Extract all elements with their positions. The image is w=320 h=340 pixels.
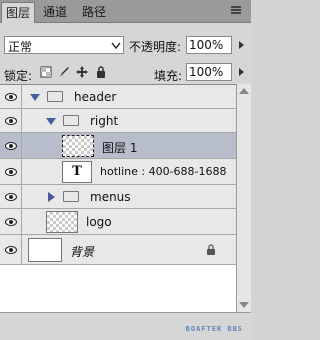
tab-channels[interactable]: 通道 — [40, 2, 70, 22]
layer-row-right[interactable]: right — [0, 109, 236, 133]
layer-name: right — [90, 114, 119, 128]
opacity-input[interactable]: 100% — [186, 36, 232, 54]
layer-thumbnail — [46, 211, 78, 233]
folder-icon — [47, 91, 63, 102]
layer-row-background[interactable]: 背景 — [0, 235, 236, 265]
lock-pixels-icon[interactable] — [58, 66, 70, 78]
eye-icon — [5, 167, 17, 176]
layer-name: 背景 — [70, 245, 95, 259]
panel-tabs: 图层 通道 路径 — [0, 0, 251, 23]
layer-row-hotline[interactable]: T hotline : 400-688-1688 — [0, 159, 236, 185]
layers-scrollbar[interactable] — [236, 84, 251, 312]
fill-arrow-icon[interactable] — [236, 67, 246, 77]
lock-icon — [207, 244, 215, 255]
layer-row-header[interactable]: header — [0, 85, 236, 109]
layer-row-menus[interactable]: menus — [0, 185, 236, 209]
chevron-down-icon — [111, 42, 121, 50]
fill-input[interactable]: 100% — [186, 63, 232, 81]
eye-icon — [5, 217, 17, 226]
eye-icon — [5, 141, 17, 150]
visibility-toggle[interactable] — [0, 185, 22, 208]
text-layer-thumbnail: T — [62, 161, 92, 183]
lock-label: 锁定: — [4, 69, 33, 83]
layer-name: menus — [90, 190, 131, 204]
eye-icon — [5, 92, 17, 101]
fill-label: 填充: — [154, 69, 183, 83]
lock-all-icon[interactable] — [95, 66, 107, 78]
scroll-up-icon[interactable] — [239, 87, 249, 95]
expand-down-icon[interactable] — [46, 117, 56, 125]
tab-paths[interactable]: 路径 — [79, 2, 109, 22]
layer-name: header — [74, 90, 117, 104]
eye-icon — [5, 192, 17, 201]
blend-mode-value: 正常 — [8, 40, 33, 54]
eye-icon — [5, 116, 17, 125]
folder-icon — [63, 191, 79, 202]
watermark: BOAFTER BBS — [185, 325, 243, 333]
opacity-label: 不透明度: — [129, 40, 182, 54]
layer-thumbnail — [62, 135, 94, 157]
visibility-toggle[interactable] — [0, 109, 22, 132]
blend-mode-select[interactable]: 正常 — [4, 36, 124, 54]
scroll-down-icon[interactable] — [239, 301, 249, 309]
visibility-toggle[interactable] — [0, 209, 22, 234]
eye-icon — [5, 245, 17, 254]
expand-down-icon[interactable] — [30, 93, 40, 101]
panel-menu-icon[interactable] — [231, 5, 245, 17]
visibility-toggle[interactable] — [0, 159, 22, 184]
lock-transparent-icon[interactable] — [40, 66, 52, 78]
layer-name: 图层 1 — [102, 141, 138, 155]
layer-thumbnail — [28, 238, 62, 262]
opacity-arrow-icon[interactable] — [236, 40, 246, 50]
layers-list: header right 图层 1 T hotline : 400-688-16… — [0, 84, 236, 313]
layer-row-logo[interactable]: logo — [0, 209, 236, 235]
lock-position-icon[interactable] — [76, 66, 88, 78]
visibility-toggle[interactable] — [0, 133, 22, 158]
folder-icon — [63, 115, 79, 126]
visibility-toggle[interactable] — [0, 85, 22, 108]
layer-name: logo — [86, 215, 112, 229]
layer-row-layer1[interactable]: 图层 1 — [0, 133, 236, 159]
layers-panel: 图层 通道 路径 正常 不透明度: 100% 锁定: 填充: 100% head… — [0, 0, 251, 340]
expand-right-icon[interactable] — [47, 192, 55, 202]
layer-name: hotline : 400-688-1688 — [100, 165, 227, 178]
tab-layers[interactable]: 图层 — [1, 2, 35, 23]
visibility-toggle[interactable] — [0, 235, 22, 264]
